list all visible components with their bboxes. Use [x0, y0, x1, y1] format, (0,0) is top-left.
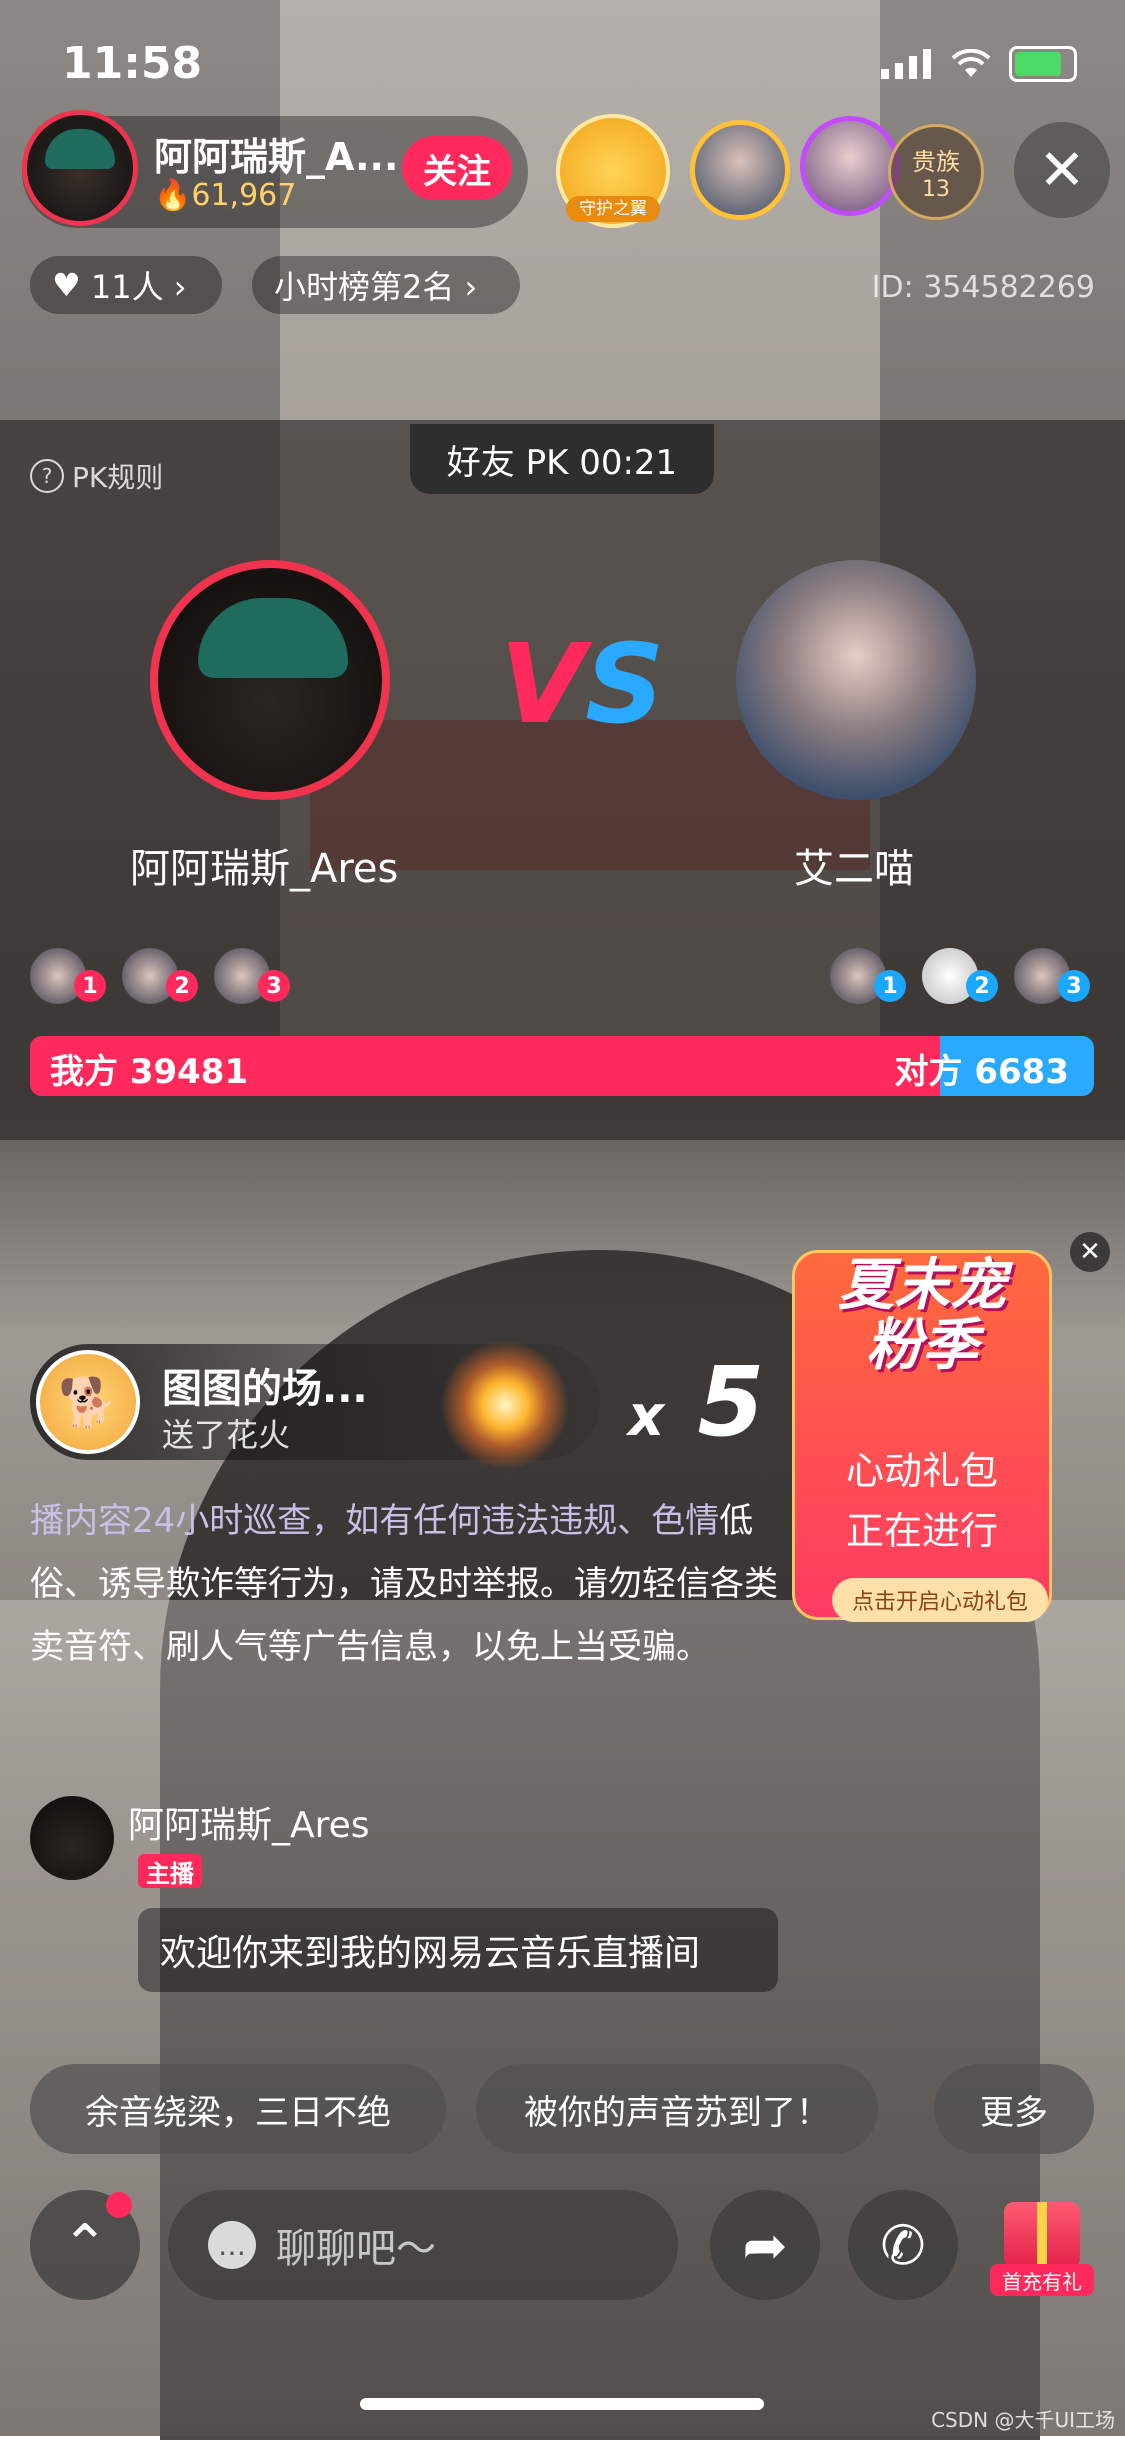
gift-sender-name: 图图的场... — [162, 1366, 368, 1412]
fans-chip[interactable]: ♥ 11人 › — [30, 256, 222, 314]
system-notice: 播内容24小时巡查，如有任何违法违规、色情低俗、诱导欺诈等行为，请及时举报。请勿… — [30, 1501, 778, 1667]
promo-open-button[interactable]: 点击开启心动礼包 — [832, 1578, 1048, 1622]
close-icon: ✕ — [1038, 138, 1086, 201]
pk-right-name: 艾二喵 — [794, 846, 914, 892]
wifi-icon — [951, 49, 991, 77]
our-score: 我方 39481 — [50, 1052, 249, 1092]
promo-line2: 正在进行 — [845, 1509, 998, 1553]
chat-message: 欢迎你来到我的网易云音乐直播间 — [138, 1908, 778, 1992]
pk-left-name: 阿阿瑞斯_Ares — [130, 846, 399, 892]
hourly-rank-chip[interactable]: 小时榜第2名 › — [252, 256, 520, 314]
status-time: 11:58 — [62, 38, 203, 89]
opponent-score: 对方 6683 — [894, 1052, 1069, 1092]
home-indicator[interactable] — [360, 2398, 764, 2410]
pk-rules-link[interactable]: ? PK规则 — [30, 456, 163, 496]
gift-tag: 首充有礼 — [990, 2264, 1094, 2296]
more-button[interactable]: 更多 — [934, 2064, 1094, 2154]
close-button[interactable]: ✕ — [1014, 122, 1110, 218]
chat-avatar[interactable] — [30, 1796, 114, 1880]
host-badge: 主播 — [138, 1854, 202, 1888]
share-button[interactable]: ➦ — [710, 2190, 820, 2300]
shiba-icon: 🐕 — [58, 1374, 118, 1431]
firework-icon — [440, 1340, 570, 1470]
phone-icon: ✆ — [880, 2215, 926, 2276]
vs-icon: VS — [500, 620, 665, 748]
contributor-rank: 2 — [966, 970, 998, 1002]
promo-close-icon[interactable]: ✕ — [1070, 1232, 1110, 1272]
guard-label: 守护之翼 — [566, 196, 660, 222]
top-viewer-avatar[interactable] — [800, 116, 900, 216]
contributor-rank: 3 — [258, 970, 290, 1002]
promo-title: 夏末宠粉季 — [838, 1253, 1006, 1378]
pk-right-avatar[interactable] — [736, 560, 976, 800]
heart-icon: ♥ — [52, 266, 91, 304]
promo-line1: 心动礼包 — [845, 1449, 998, 1493]
pk-left-avatar[interactable] — [150, 560, 390, 800]
quick-reply[interactable]: 余音绕梁，三日不绝 — [30, 2064, 446, 2154]
status-icons — [881, 46, 1077, 82]
share-arrow-icon: ➦ — [742, 2215, 788, 2276]
pk-panel — [0, 420, 1125, 1140]
host-name: 阿阿瑞斯_A... — [154, 135, 399, 179]
host-avatar[interactable] — [22, 110, 138, 226]
gift-action: 送了花火 — [162, 1416, 291, 1454]
contributor-rank: 2 — [166, 970, 198, 1002]
chat-username: 阿阿瑞斯_Ares — [128, 1805, 370, 1846]
call-button[interactable]: ✆ — [848, 2190, 958, 2300]
contributor-rank: 1 — [874, 970, 906, 1002]
flame-icon: 🔥 — [154, 178, 192, 213]
pk-timer: 好友 PK 00:21 — [410, 424, 714, 494]
room-id: ID: 354582269 — [871, 270, 1095, 305]
battery-icon — [1009, 46, 1077, 82]
gift-count: x 5 — [628, 1346, 765, 1458]
contributor-rank: 1 — [74, 970, 106, 1002]
help-icon: ? — [30, 459, 64, 493]
noble-badge[interactable]: 贵族 13 — [888, 124, 984, 220]
chat-input[interactable]: … 聊聊吧～ — [168, 2190, 678, 2300]
gift-sender-avatar[interactable]: 🐕 — [36, 1350, 140, 1454]
host-fans-count: 🔥61,967 — [154, 178, 297, 213]
top-viewer-avatar[interactable] — [690, 120, 790, 220]
noble-count: 13 — [922, 177, 950, 202]
chat-bubble-icon: … — [208, 2221, 256, 2269]
quick-reply[interactable]: 被你的声音苏到了！ — [476, 2064, 878, 2154]
watermark: CSDN @大千UI工场 — [931, 2408, 1115, 2432]
noble-label: 贵族 — [912, 148, 960, 176]
signal-icon — [881, 49, 931, 79]
gift-box-icon — [1004, 2202, 1080, 2268]
notification-dot — [106, 2192, 132, 2218]
follow-button[interactable]: 关注 — [402, 136, 512, 200]
chevron-up-icon: ⌃ — [61, 2213, 109, 2276]
contributor-rank: 3 — [1058, 970, 1090, 1002]
